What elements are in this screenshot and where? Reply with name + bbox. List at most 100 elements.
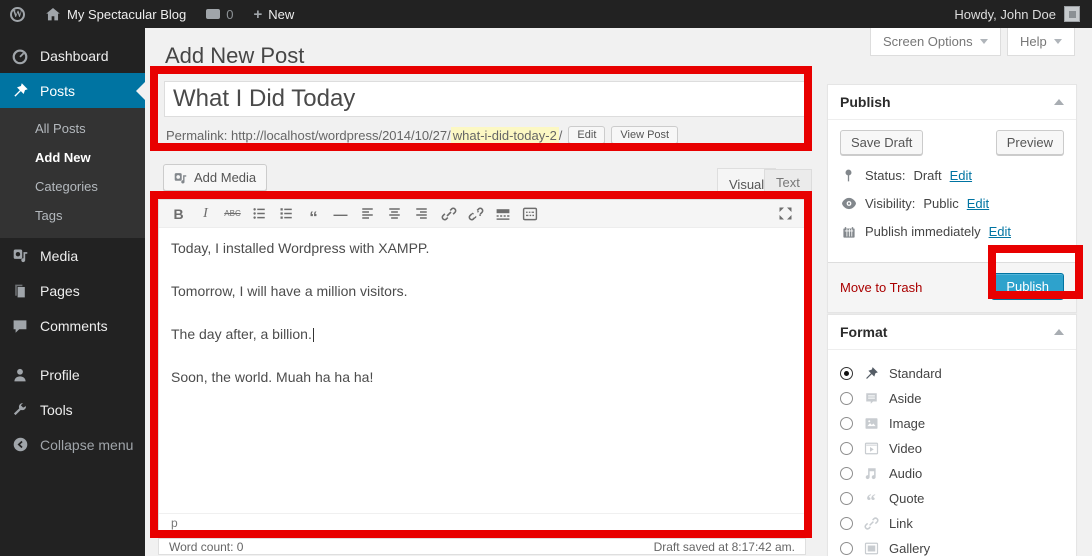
radio-quote[interactable] <box>840 492 853 505</box>
comments-bubble-icon <box>206 9 220 19</box>
page-title: Add New Post <box>165 43 304 69</box>
draft-saved-status: Draft saved at 8:17:42 am. <box>654 540 795 554</box>
format-option-gallery[interactable]: Gallery <box>840 536 1064 556</box>
sidebar-item-collapse-menu[interactable]: Collapse menu <box>0 427 145 462</box>
edit-status-link[interactable]: Edit <box>950 168 972 183</box>
format-option-standard[interactable]: Standard <box>840 361 1064 386</box>
admin-bar-new[interactable]: + New <box>243 0 304 28</box>
calendar-icon <box>840 225 857 239</box>
radio-image[interactable] <box>840 417 853 430</box>
align-left-button[interactable] <box>354 202 381 226</box>
strikethrough-button[interactable]: ABC <box>219 202 246 226</box>
insert-more-tag-button[interactable] <box>489 202 516 226</box>
editor-toolbar: B I ABC “ — <box>159 200 805 228</box>
tools-wrench-icon <box>10 400 30 420</box>
status-pin-icon <box>840 168 857 183</box>
radio-video[interactable] <box>840 442 853 455</box>
profile-icon <box>10 365 30 385</box>
format-label: Quote <box>889 491 924 506</box>
edit-permalink-button[interactable]: Edit <box>568 126 605 144</box>
view-post-button[interactable]: View Post <box>611 126 678 144</box>
admin-bar-account[interactable]: Howdy, John Doe <box>954 0 1092 28</box>
sidebar-label: Posts <box>40 83 75 99</box>
chevron-down-icon <box>1054 39 1062 48</box>
sidebar-item-tools[interactable]: Tools <box>0 392 145 427</box>
wordpress-logo-menu[interactable]: W <box>0 0 35 28</box>
format-label: Standard <box>889 366 942 381</box>
editor-paragraph: Today, I installed Wordpress with XAMPP. <box>171 239 793 258</box>
remove-link-button[interactable] <box>462 202 489 226</box>
edit-visibility-link[interactable]: Edit <box>967 196 989 211</box>
sidebar-item-posts[interactable]: Posts <box>0 73 145 108</box>
align-center-button[interactable] <box>381 202 408 226</box>
format-image-icon <box>862 416 880 431</box>
format-panel-title: Format <box>840 315 887 350</box>
format-option-image[interactable]: Image <box>840 411 1064 436</box>
radio-audio[interactable] <box>840 467 853 480</box>
radio-link[interactable] <box>840 517 853 530</box>
radio-gallery[interactable] <box>840 542 853 555</box>
sidebar-item-profile[interactable]: Profile <box>0 357 145 392</box>
radio-standard[interactable] <box>840 367 853 380</box>
format-label: Image <box>889 416 925 431</box>
editor-paragraph: Soon, the world. Muah ha ha ha! <box>171 368 793 387</box>
permalink-suffix: / <box>559 128 563 143</box>
preview-button[interactable]: Preview <box>996 130 1064 155</box>
post-title-input[interactable] <box>164 81 805 117</box>
format-option-link[interactable]: Link <box>840 511 1064 536</box>
numbered-list-button[interactable] <box>273 202 300 226</box>
fullscreen-button[interactable] <box>772 202 799 226</box>
sidebar-item-tags[interactable]: Tags <box>0 201 145 230</box>
edit-schedule-link[interactable]: Edit <box>989 224 1011 239</box>
publish-button[interactable]: Publish <box>991 273 1064 300</box>
publishing-actions: Move to Trash Publish <box>828 262 1076 312</box>
bullet-list-button[interactable] <box>246 202 273 226</box>
bold-button[interactable]: B <box>165 202 192 226</box>
insert-link-button[interactable] <box>435 202 462 226</box>
format-option-video[interactable]: Video <box>840 436 1064 461</box>
format-option-quote[interactable]: “ Quote <box>840 486 1064 511</box>
editor-content-area[interactable]: Today, I installed Wordpress with XAMPP.… <box>159 228 805 514</box>
sidebar-item-categories[interactable]: Categories <box>0 172 145 201</box>
sidebar-item-media[interactable]: Media <box>0 238 145 273</box>
sidebar-label: Profile <box>40 367 80 383</box>
editor-status-bar: Word count: 0 Draft saved at 8:17:42 am. <box>158 538 806 555</box>
add-media-button[interactable]: Add Media <box>163 164 267 191</box>
collapse-panel-icon[interactable] <box>1054 324 1064 335</box>
toolbar-toggle-button[interactable] <box>516 202 543 226</box>
help-label: Help <box>1020 34 1047 49</box>
media-icon <box>10 246 30 266</box>
radio-aside[interactable] <box>840 392 853 405</box>
admin-bar-comments[interactable]: 0 <box>196 0 243 28</box>
text-cursor <box>313 328 314 342</box>
horizontal-rule-button[interactable]: — <box>327 202 354 226</box>
sidebar-item-dashboard[interactable]: Dashboard <box>0 38 145 73</box>
save-draft-button[interactable]: Save Draft <box>840 130 923 155</box>
help-button[interactable]: Help <box>1007 28 1075 56</box>
sidebar-item-all-posts[interactable]: All Posts <box>0 114 145 143</box>
blockquote-button[interactable]: “ <box>300 202 327 226</box>
format-standard-pin-icon <box>862 366 880 381</box>
sidebar-item-comments[interactable]: Comments <box>0 308 145 343</box>
tab-text[interactable]: Text <box>764 169 812 195</box>
permalink-row: Permalink: http://localhost/wordpress/20… <box>166 124 678 146</box>
home-icon <box>45 6 61 22</box>
italic-button[interactable]: I <box>192 202 219 226</box>
avatar <box>1064 6 1080 22</box>
collapse-panel-icon[interactable] <box>1054 94 1064 105</box>
permalink-base: http://localhost/wordpress/2014/10/27/ <box>231 128 451 143</box>
site-name-link[interactable]: My Spectacular Blog <box>35 0 196 28</box>
format-option-aside[interactable]: Aside <box>840 386 1064 411</box>
format-gallery-icon <box>862 541 880 556</box>
align-right-button[interactable] <box>408 202 435 226</box>
move-to-trash-link[interactable]: Move to Trash <box>840 280 922 295</box>
posts-submenu: All Posts Add New Categories Tags <box>0 108 145 238</box>
format-panel: Format Standard Aside <box>827 314 1077 556</box>
status-value: Draft <box>913 168 941 183</box>
sidebar-item-pages[interactable]: Pages <box>0 273 145 308</box>
screen-options-button[interactable]: Screen Options <box>870 28 1001 56</box>
screen-options-label: Screen Options <box>883 34 973 49</box>
sidebar-item-add-new[interactable]: Add New <box>0 143 145 172</box>
chevron-down-icon <box>980 39 988 48</box>
format-option-audio[interactable]: Audio <box>840 461 1064 486</box>
